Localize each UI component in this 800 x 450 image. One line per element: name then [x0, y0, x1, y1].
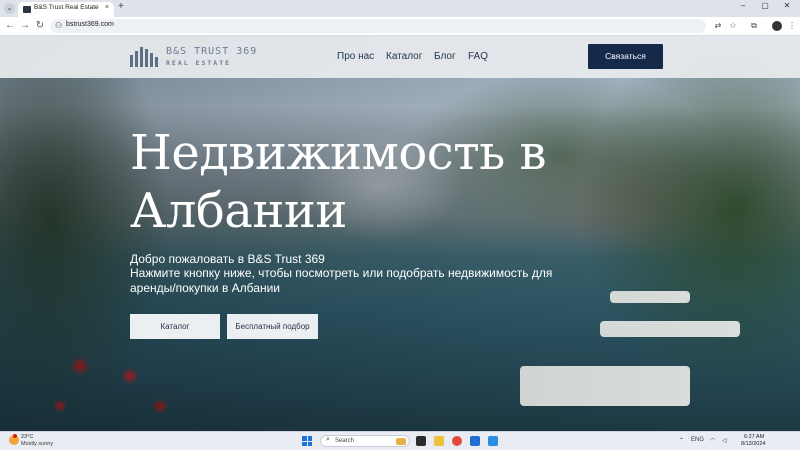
search-highlight-icon	[396, 438, 406, 445]
free-selection-button[interactable]: Бесплатный подбор	[227, 314, 318, 339]
site-info-icon[interactable]: ⚇	[55, 21, 64, 30]
language-indicator[interactable]: ENG	[691, 437, 704, 443]
browser-menu-icon[interactable]: ⋮	[786, 21, 798, 31]
notification-badge-icon	[13, 434, 17, 438]
tab-title: B&S Trust Real Estate	[34, 4, 99, 11]
logo-buildings-icon[interactable]	[130, 47, 160, 67]
bookmark-icon[interactable]: ☆	[727, 21, 739, 31]
nav-link-blog[interactable]: Блог	[434, 51, 456, 62]
window-maximize-button[interactable]: ▢	[758, 1, 772, 10]
tab-close-icon[interactable]: ×	[105, 4, 109, 11]
search-icon: ⌕	[326, 436, 330, 443]
favicon-icon	[23, 6, 31, 13]
window-minimize-button[interactable]: –	[736, 1, 750, 10]
clock-time[interactable]: 6:27 AM	[744, 434, 764, 440]
vscode-icon[interactable]	[488, 436, 498, 446]
catalog-button[interactable]: Каталог	[130, 314, 220, 339]
windows-start-icon[interactable]	[302, 436, 312, 446]
site-header: B&S TRUST 369 REAL ESTATE Про нас Катало…	[0, 36, 800, 78]
browser-tab[interactable]: B&S Trust Real Estate ×	[18, 2, 114, 17]
task-view-icon[interactable]	[416, 436, 426, 446]
hero-title: Недвижимость в Албании	[130, 125, 547, 239]
tab-list-button[interactable]: ⌄	[4, 3, 15, 14]
weather-description[interactable]: Mostly sunny	[21, 441, 53, 447]
weather-temperature[interactable]: 23°C	[21, 434, 33, 440]
address-bar[interactable]: ⚇ bstrust369.com	[50, 19, 706, 33]
logo-name[interactable]: B&S TRUST 369	[166, 46, 257, 57]
hero-description: Нажмите кнопку ниже, чтобы посмотреть ил…	[130, 266, 553, 295]
window-close-button[interactable]: ✕	[780, 1, 794, 10]
logo-subtitle[interactable]: REAL ESTATE	[166, 59, 231, 67]
nav-link-about[interactable]: Про нас	[337, 51, 374, 62]
clock-date[interactable]: 8/13/2024	[741, 441, 765, 447]
browser-toolbar: ← → ↻ ⚇ bstrust369.com ⇄ ☆ ⧉ ⋮	[0, 17, 800, 36]
web-page: B&S TRUST 369 REAL ESTATE Про нас Катало…	[0, 36, 800, 431]
browser-tab-bar: ⌄ B&S Trust Real Estate × + – ▢ ✕	[0, 0, 800, 17]
file-explorer-icon[interactable]	[434, 436, 444, 446]
extensions-icon[interactable]: ⧉	[748, 21, 760, 31]
url-text[interactable]: bstrust369.com	[66, 21, 114, 28]
app-store-icon[interactable]	[470, 436, 480, 446]
taskbar-search[interactable]: ⌕ Search	[320, 435, 410, 447]
profile-avatar[interactable]	[772, 21, 782, 31]
taskbar: 23°C Mostly sunny ⌕ Search ⌃ ENG ◠ ◁ 6:2…	[0, 431, 800, 450]
back-button[interactable]: ←	[4, 20, 16, 32]
contact-button[interactable]: Связаться	[588, 44, 663, 69]
search-label: Search	[335, 437, 355, 444]
new-tab-button[interactable]: +	[118, 1, 124, 12]
volume-icon[interactable]: ◁	[722, 437, 727, 444]
hero-welcome-text: Добро пожаловать в B&S Trust 369	[130, 252, 325, 266]
forward-button[interactable]: →	[19, 20, 31, 32]
chrome-icon[interactable]	[452, 436, 462, 446]
nav-link-faq[interactable]: FAQ	[468, 51, 488, 62]
wifi-icon[interactable]: ◠	[710, 437, 715, 444]
translate-icon[interactable]: ⇄	[712, 21, 724, 31]
tray-overflow-icon[interactable]: ⌃	[679, 437, 684, 444]
reload-button[interactable]: ↻	[34, 20, 46, 32]
nav-link-catalog[interactable]: Каталог	[386, 51, 422, 62]
